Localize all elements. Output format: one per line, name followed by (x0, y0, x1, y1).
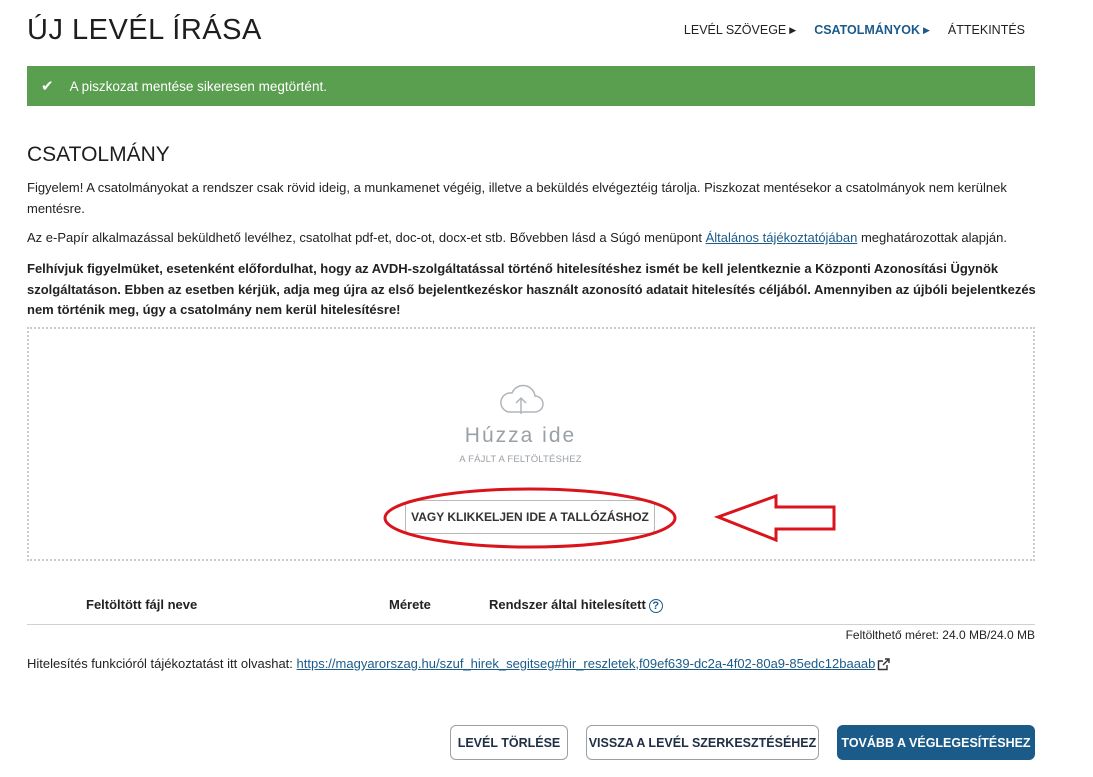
page-title: ÚJ LEVÉL ÍRÁSA (27, 14, 262, 46)
cloud-upload-icon (500, 384, 544, 414)
table-divider (27, 624, 1035, 625)
success-alert: ✔ A piszkozat mentése sikeresen megtörté… (27, 66, 1035, 106)
column-header-verified-label: Rendszer által hitelesített (489, 597, 646, 612)
step-csatolmanyok[interactable]: CSATOLMÁNYOK ▶ (814, 23, 930, 37)
column-header-verified: Rendszer által hitelesített? (489, 597, 663, 613)
info-paragraph: Az e-Papír alkalmazással beküldhető levé… (27, 228, 1042, 249)
triangle-right-icon: ▶ (922, 24, 930, 35)
help-link[interactable]: Általános tájékoztatójában (706, 230, 858, 245)
wizard-steps: LEVÉL SZÖVEGE ▶ CSATOLMÁNYOK ▶ ÁTTEKINTÉ… (684, 23, 1025, 37)
step-level-szovege[interactable]: LEVÉL SZÖVEGE ▶ (684, 23, 796, 37)
step-attekintes[interactable]: ÁTTEKINTÉS (948, 23, 1025, 37)
continue-to-finalize-button[interactable]: TOVÁBB A VÉGLEGESÍTÉSHEZ (837, 725, 1035, 760)
back-to-edit-button[interactable]: VISSZA A LEVÉL SZERKESZTÉSÉHEZ (586, 725, 819, 760)
step-label: LEVÉL SZÖVEGE (683, 23, 787, 37)
column-header-filename: Feltöltött fájl neve (86, 597, 198, 612)
section-title: CSATOLMÁNY (27, 143, 170, 166)
delete-letter-button[interactable]: LEVÉL TÖRLÉSE (450, 725, 568, 760)
column-header-size: Mérete (389, 597, 431, 612)
info-text-before: Az e-Papír alkalmazással beküldhető levé… (27, 230, 706, 245)
check-icon: ✔ (41, 78, 54, 95)
step-label: ÁTTEKINTÉS (947, 23, 1025, 37)
avdh-notice: Felhívjuk figyelmüket, esetenként előfor… (27, 261, 1036, 317)
warning-paragraph: Figyelem! A csatolmányokat a rendszer cs… (27, 180, 1007, 216)
alert-text: A piszkozat mentése sikeresen megtörtént… (69, 78, 327, 94)
help-icon[interactable]: ? (648, 598, 663, 613)
drop-hint: Húzza ide (464, 424, 577, 447)
step-label: CSATOLMÁNYOK (814, 23, 920, 37)
verification-info: Hitelesítés funkcióról tájékoztatást itt… (27, 656, 891, 671)
info-text-after: meghatározottak alapján. (857, 230, 1007, 245)
triangle-right-icon: ▶ (789, 24, 797, 35)
verification-text: Hitelesítés funkcióról tájékoztatást itt… (27, 656, 297, 671)
verification-link[interactable]: https://magyarorszag.hu/szuf_hirek_segit… (297, 656, 876, 671)
upload-size-info: Feltölthető méret: 24.0 MB/24.0 MB (845, 628, 1035, 642)
external-link-icon (878, 658, 891, 671)
drop-subhint: A FÁJLT A FELTÖLTÉSHEZ (459, 454, 582, 465)
browse-button[interactable]: VAGY KLIKKELJEN IDE A TALLÓZÁSHOZ (405, 500, 655, 534)
